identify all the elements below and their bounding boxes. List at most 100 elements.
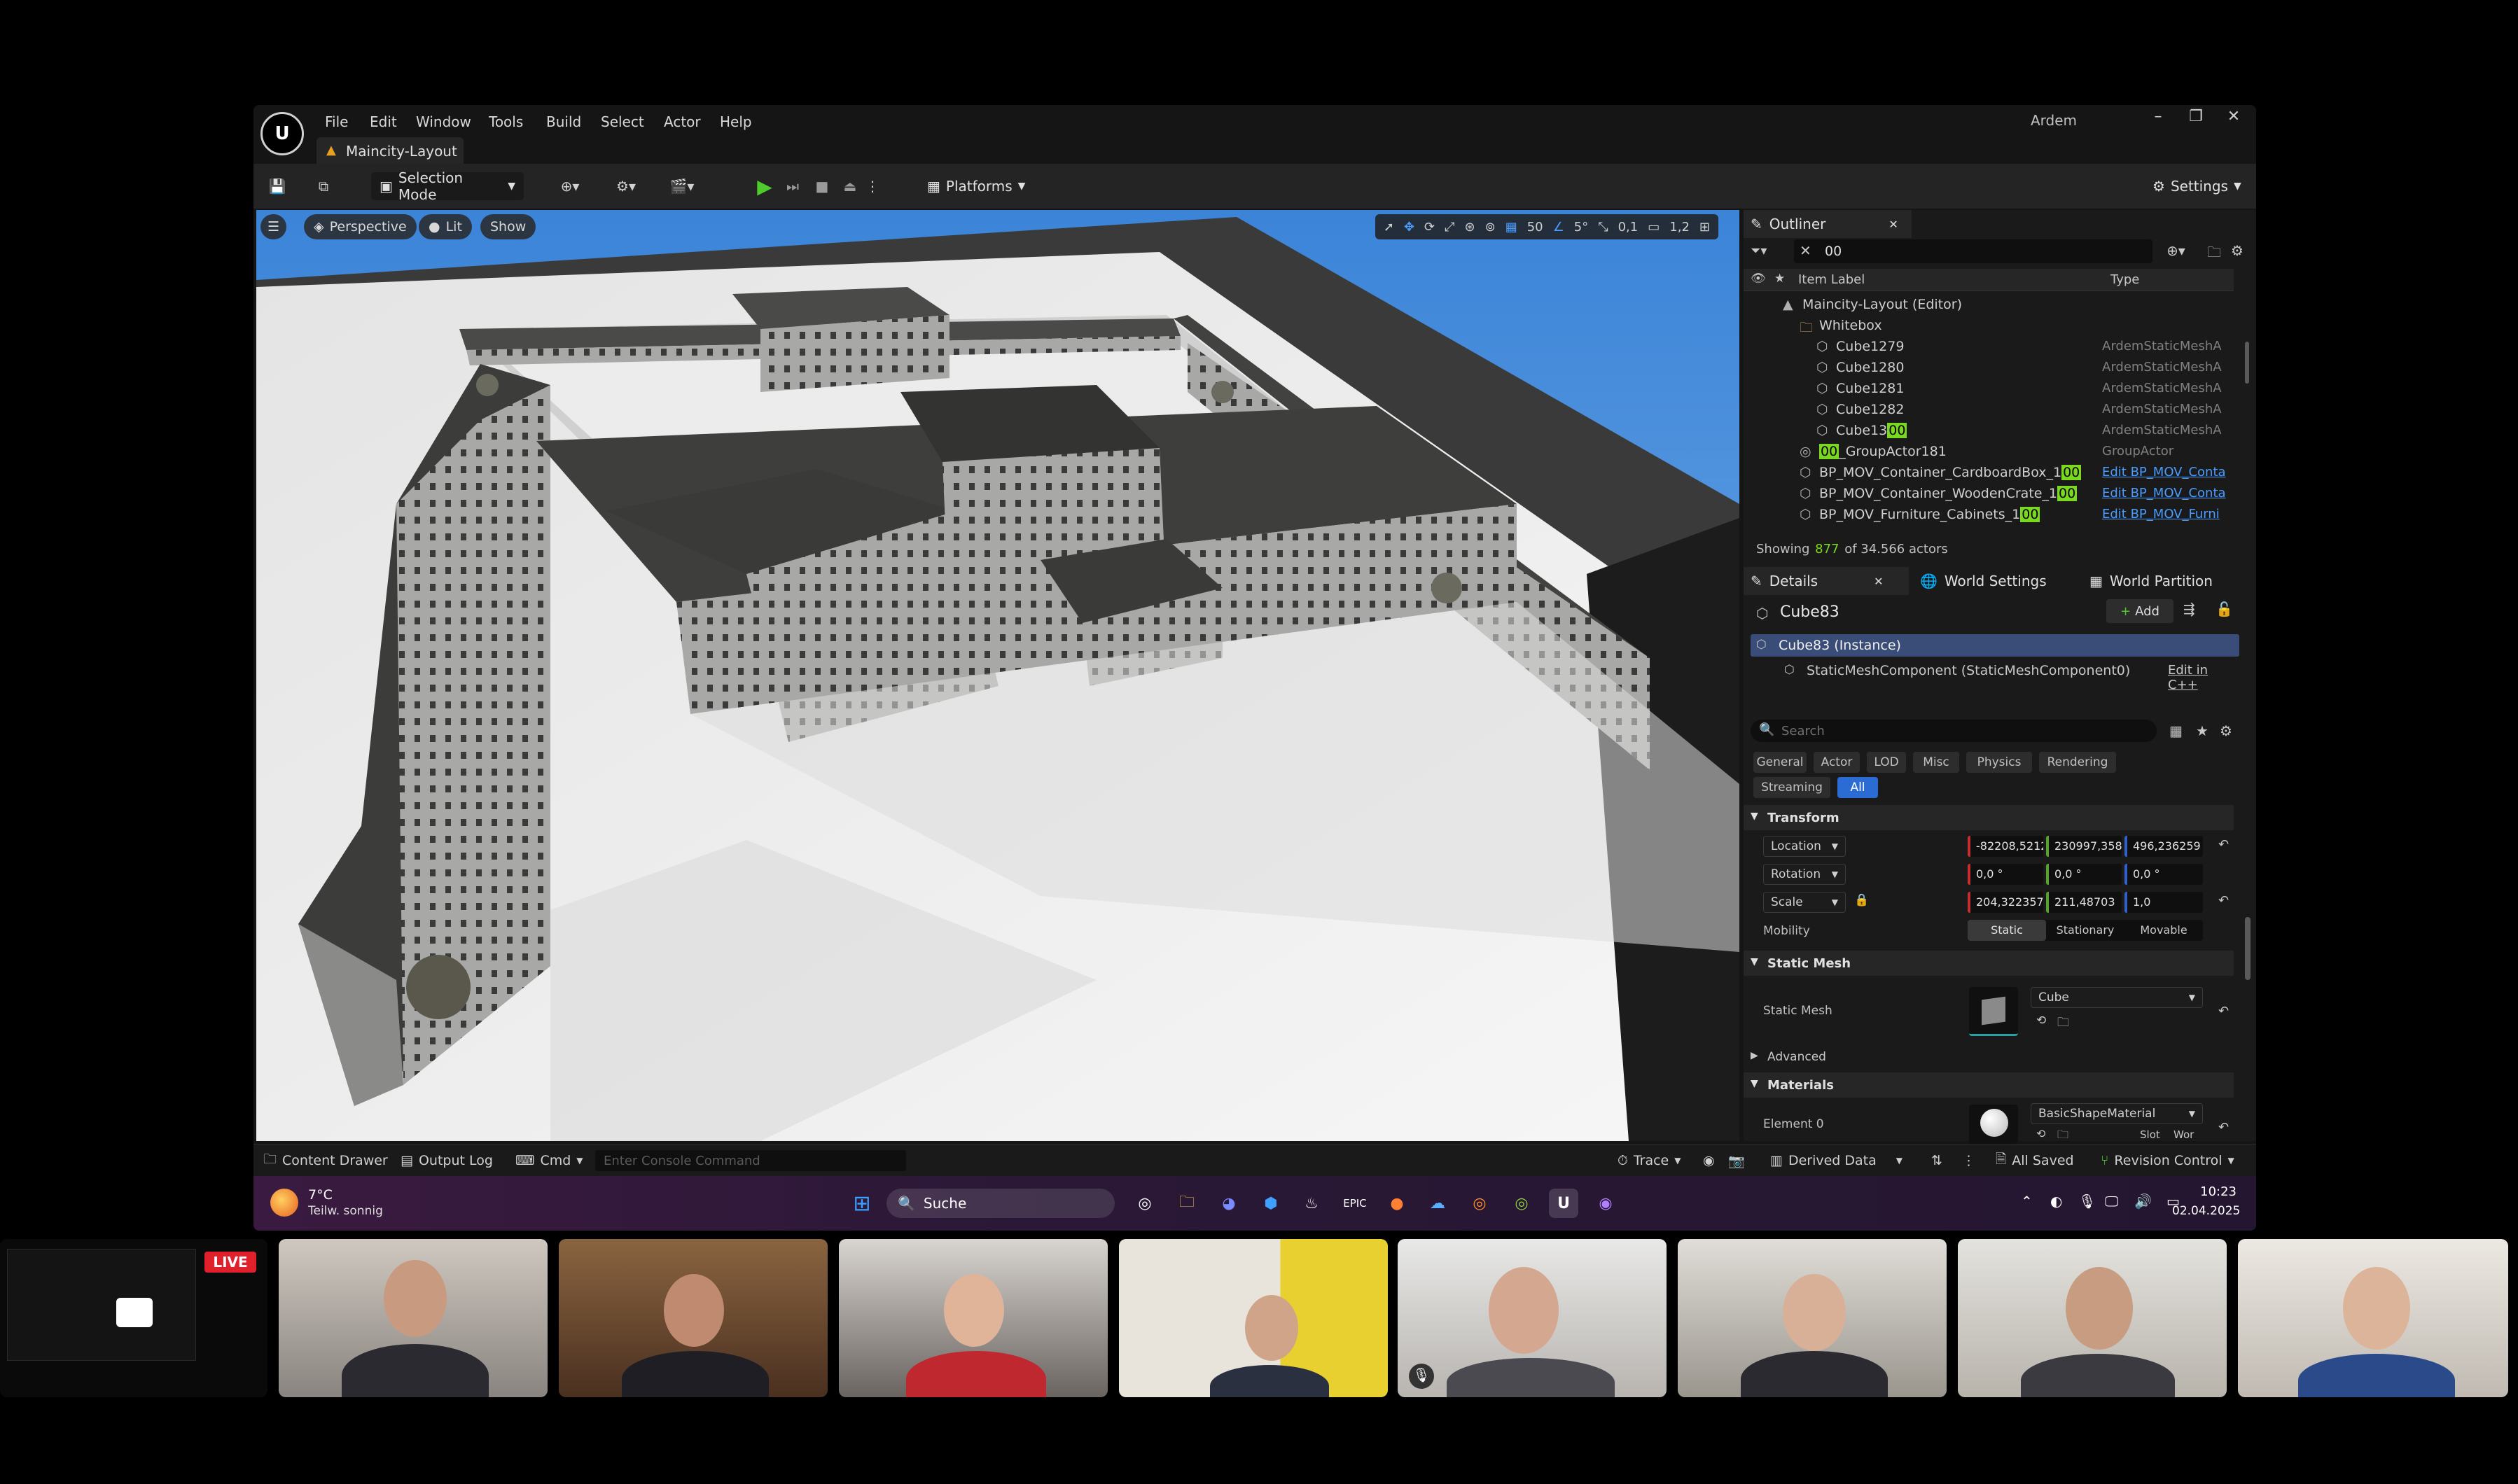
static-mesh-dropdown[interactable]: Cube ▼ <box>2031 987 2203 1008</box>
surface-snap-icon[interactable]: ⊚ <box>1485 220 1496 234</box>
filter-streaming[interactable]: Streaming <box>1753 777 1830 798</box>
unreal-logo-icon[interactable]: U <box>260 112 304 155</box>
outliner-row[interactable]: ⬡ BP_MOV_Container_WoodenCrate_1 00 Edit BP… <box>1744 483 2234 504</box>
scale-y-field[interactable]: 211,48703 <box>2046 892 2122 913</box>
edit-cpp-link[interactable]: Edit in C++ <box>2168 663 2239 692</box>
location-x-field[interactable]: -82208,5212 <box>1968 836 2043 857</box>
show-button[interactable]: Show <box>480 214 536 239</box>
world-space-icon[interactable]: ⊛ <box>1465 220 1475 234</box>
menu-help[interactable]: Help <box>720 108 752 136</box>
steam-icon[interactable]: ♨ <box>1297 1189 1326 1218</box>
grid-snap-icon[interactable]: ▦ <box>1505 220 1517 234</box>
details-search-input[interactable]: 🔍 Search <box>1751 720 2157 742</box>
source-control-icon[interactable]: ⇅ <box>1931 1150 1942 1171</box>
close-button[interactable]: ✕ <box>2220 108 2248 125</box>
outliner-row[interactable]: ▲ Maincity-Layout (Editor) <box>1744 294 2234 315</box>
microphone-icon[interactable]: 🎙 <box>2078 1193 2096 1210</box>
browse-icon[interactable]: ⟲ <box>2036 1014 2046 1028</box>
materials-section[interactable]: ▼ Materials <box>1744 1072 2234 1098</box>
play-icon[interactable]: ▶ <box>751 172 779 200</box>
table-view-icon[interactable]: ▦ <box>2169 722 2183 739</box>
cmd-dropdown[interactable]: ⌨ Cmd ▼ <box>515 1150 583 1171</box>
network-icon[interactable]: 🖵 <box>2105 1193 2118 1210</box>
discord-icon[interactable]: ◕ <box>1214 1189 1244 1218</box>
settings-dropdown[interactable]: ⚙ Settings ▼ <box>2144 172 2242 200</box>
filter-lod[interactable]: LOD <box>1867 752 1906 773</box>
material-dropdown[interactable]: BasicShapeMaterial ▼ <box>2031 1103 2203 1124</box>
outliner-row[interactable]: ⬡ BP_MOV_Furniture_Cabinets_1 00 Edit BP_MO… <box>1744 504 2234 525</box>
windows-start-icon[interactable]: ⊞ <box>847 1189 877 1218</box>
unreal-taskbar-icon[interactable]: U <box>1549 1189 1578 1218</box>
scale-z-field[interactable]: 1,0 <box>2124 892 2203 913</box>
edit-blueprint-link[interactable]: Edit BP_MOV_Furni <box>2102 507 2220 522</box>
filter-general[interactable]: General <box>1753 752 1807 773</box>
outliner-row[interactable]: ⬡ Cube1280 ArdemStaticMeshA <box>1744 357 2234 378</box>
scale-x-field[interactable]: 204,322357 <box>1968 892 2043 913</box>
webcam-participant-8[interactable] <box>2238 1239 2508 1397</box>
eject-icon[interactable]: ⏏ <box>837 172 863 200</box>
world-partition-tab[interactable]: ▦ World Partition <box>2082 567 2248 595</box>
trace-dropdown[interactable]: ⏱ Trace ▼ <box>1618 1150 1681 1171</box>
visibility-icon[interactable]: 👁 <box>1751 272 1766 286</box>
webcam-participant-4[interactable] <box>1119 1239 1388 1397</box>
reset-icon[interactable]: ↶ <box>2218 1120 2229 1135</box>
browse-icon[interactable]: ⟲ <box>2036 1127 2045 1140</box>
cloud-app-icon[interactable]: ☁ <box>1423 1189 1452 1218</box>
edit-blueprint-link[interactable]: Edit BP_MOV_Conta <box>2102 486 2226 500</box>
app-hex-icon[interactable]: ⬢ <box>1256 1189 1286 1218</box>
scale-tool-icon[interactable]: ⤢ <box>1445 220 1454 234</box>
stop-icon[interactable]: ■ <box>809 172 835 200</box>
mobility-movable[interactable]: Movable <box>2124 920 2203 941</box>
menu-window[interactable]: Window <box>416 108 471 136</box>
advanced-row[interactable]: ▶ Advanced <box>1744 1046 2234 1068</box>
outliner-row[interactable]: ⬡ Cube1282 ArdemStaticMeshA <box>1744 399 2234 420</box>
location-z-field[interactable]: 496,236259 <box>2124 836 2203 857</box>
derived-data-dropdown[interactable]: ▥ Derived Data ▼ <box>1770 1150 1903 1171</box>
level-tab[interactable]: ▲ Maincity-Layout <box>317 137 464 164</box>
scale-snap-icon[interactable]: ⤡ <box>1598 220 1608 234</box>
lock-icon[interactable]: 🔓 <box>2216 601 2233 617</box>
outliner-row[interactable]: ⬡ Cube13 00 ArdemStaticMeshA <box>1744 420 2234 441</box>
star-icon[interactable]: ★ <box>1774 272 1785 286</box>
object-name[interactable]: Cube83 <box>1780 603 1839 621</box>
outliner-row[interactable]: 🗀 Whitebox <box>1744 315 2234 336</box>
chrome-profile-icon[interactable]: ◎ <box>1465 1189 1494 1218</box>
minimize-button[interactable]: – <box>2144 108 2172 125</box>
webcam-participant-6[interactable] <box>1678 1239 1947 1397</box>
selection-mode-dropdown[interactable]: ▣ Selection Mode ▼ <box>371 169 524 203</box>
webcam-participant-1[interactable] <box>279 1239 548 1397</box>
save-icon[interactable]: 💾 <box>265 172 290 200</box>
outliner-row[interactable]: ⬡ BP_MOV_Container_CardboardBox_1 00 Edit B… <box>1744 462 2234 483</box>
screenshot-icon[interactable]: 📷 <box>1728 1150 1745 1171</box>
grid-size-value[interactable]: 50 <box>1527 220 1543 234</box>
filter-rendering[interactable]: Rendering <box>2039 752 2116 773</box>
weather-icon[interactable] <box>270 1189 298 1217</box>
blueprints-icon[interactable]: ⚙▾ <box>605 172 647 200</box>
transform-section[interactable]: ▼ Transform <box>1744 805 2234 830</box>
taskbar-search[interactable]: 🔍 Suche <box>886 1189 1115 1218</box>
details-scrollbar[interactable] <box>2245 917 2251 980</box>
chrome-profile-2-icon[interactable]: ◎ <box>1507 1189 1536 1218</box>
epic-games-icon[interactable]: EPIC <box>1340 1189 1370 1218</box>
reset-icon[interactable]: ↶ <box>2218 837 2229 852</box>
outliner-row[interactable]: ⬡ Cube1281 ArdemStaticMeshA <box>1744 378 2234 399</box>
tray-app-icon[interactable]: ◐ <box>2050 1193 2062 1210</box>
location-y-field[interactable]: 230997,3589 <box>2046 836 2122 857</box>
material-thumbnail[interactable] <box>1969 1105 2018 1144</box>
file-explorer-icon[interactable]: 🗀 <box>1172 1189 1202 1218</box>
rotation-x-field[interactable]: 0,0 ° <box>1968 864 2043 885</box>
filter-icon[interactable]: ⏷▾ <box>1751 244 1767 258</box>
world-settings-tab[interactable]: 🌐 World Settings <box>1913 567 2078 595</box>
chevron-up-icon[interactable]: ⌃ <box>2021 1193 2033 1210</box>
close-icon[interactable]: ✕ <box>1874 575 1883 588</box>
close-icon[interactable]: ✕ <box>1888 218 1898 231</box>
static-mesh-section[interactable]: ▼ Static Mesh <box>1744 951 2234 976</box>
screen-share-tile[interactable]: LIVE <box>0 1239 267 1397</box>
location-dropdown[interactable]: Location ▼ <box>1763 836 1846 857</box>
volume-icon[interactable]: 🔊 <box>2134 1193 2152 1210</box>
menu-select[interactable]: Select <box>601 108 644 136</box>
perspective-button[interactable]: ◈ Perspective <box>304 214 417 239</box>
outliner-tab[interactable]: ✎ Outliner ✕ <box>1744 210 1912 238</box>
all-saved-button[interactable]: 🗎 All Saved <box>1996 1150 2074 1171</box>
menu-file[interactable]: File <box>325 108 348 136</box>
